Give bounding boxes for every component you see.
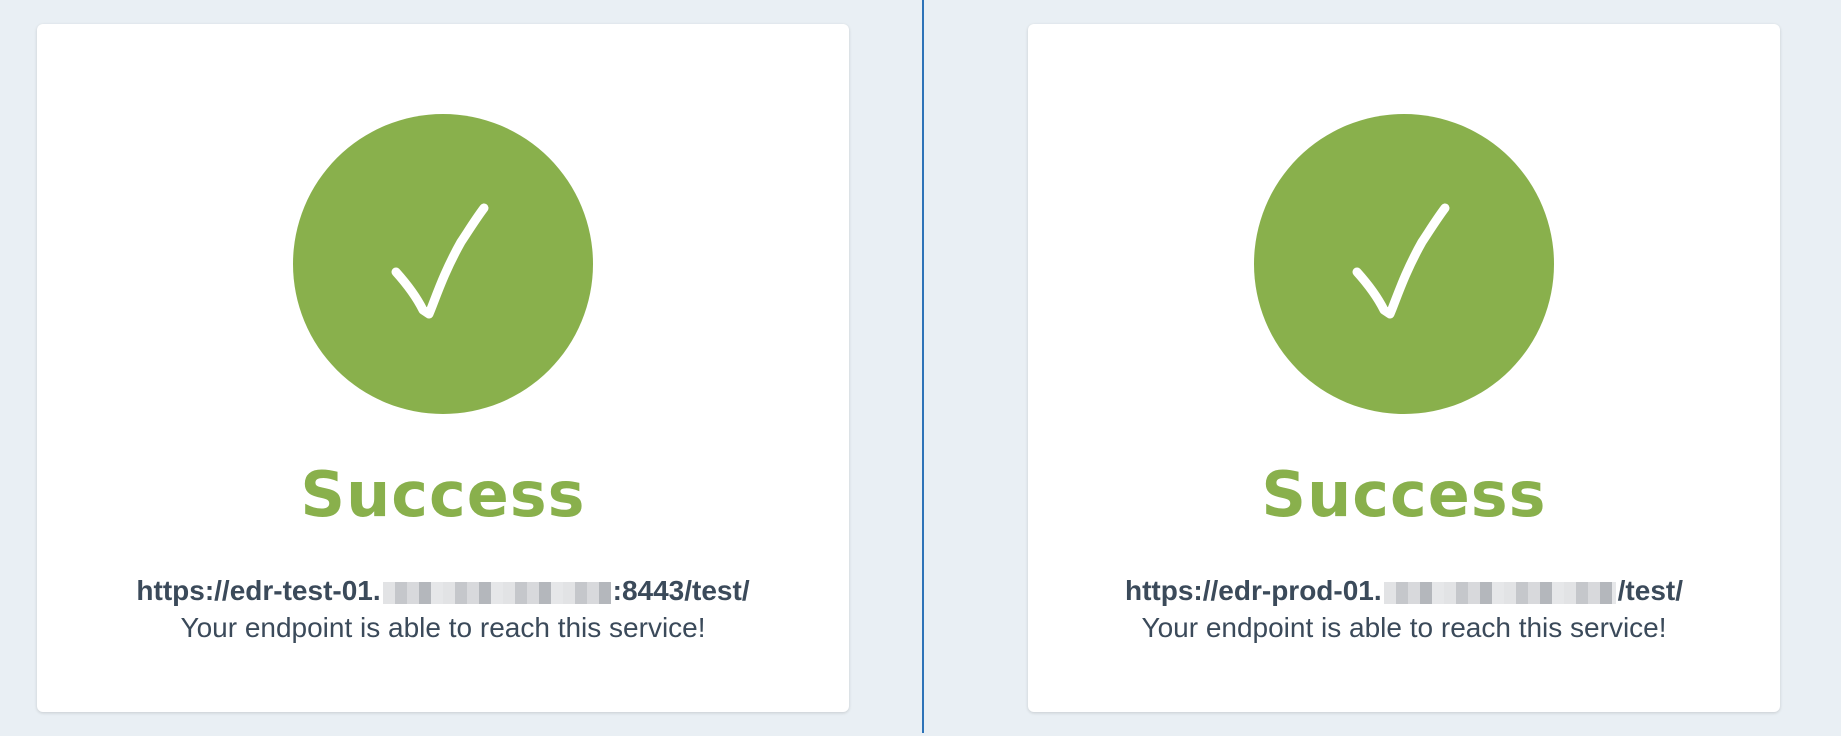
redacted-hostname bbox=[382, 581, 611, 604]
success-card-test: Success https://edr-test-01.:8443/test/ … bbox=[37, 24, 849, 712]
success-card-prod: Success https://edr-prod-01. /test/ Your … bbox=[1028, 24, 1780, 712]
status-message: Your endpoint is able to reach this serv… bbox=[1141, 612, 1667, 643]
endpoint-url: https://edr-test-01. :8443/test/ bbox=[37, 577, 849, 605]
success-title: Success bbox=[300, 458, 586, 531]
endpoint-url: https://edr-prod-01. /test/ bbox=[1028, 577, 1780, 605]
url-suffix: /test/ bbox=[1617, 575, 1684, 606]
success-circle bbox=[1254, 114, 1554, 414]
panel-divider[interactable] bbox=[922, 0, 924, 733]
status-message: Your endpoint is able to reach this serv… bbox=[180, 612, 706, 643]
url-prefix: https://edr-prod-01. bbox=[1124, 575, 1382, 606]
redacted-hostname bbox=[1383, 581, 1616, 604]
checkmark-icon bbox=[391, 203, 489, 319]
url-prefix: https://edr-test-01. bbox=[136, 575, 381, 606]
success-title: Success bbox=[1261, 458, 1547, 531]
url-suffix: :8443/test/ bbox=[612, 575, 750, 606]
success-circle bbox=[293, 114, 593, 414]
checkmark-icon bbox=[1352, 203, 1450, 319]
